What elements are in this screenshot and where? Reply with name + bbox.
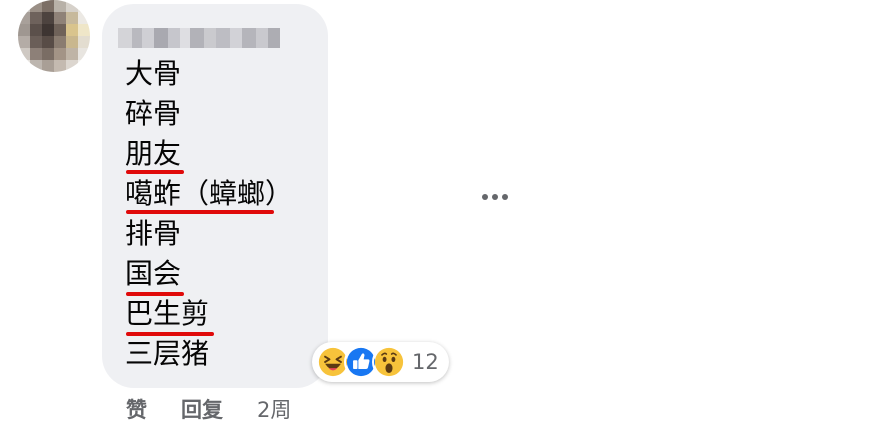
author-name-censored[interactable] bbox=[118, 28, 280, 48]
comment-line: 三层猪 bbox=[125, 337, 210, 370]
avatar[interactable] bbox=[18, 0, 90, 72]
red-underline bbox=[126, 210, 274, 214]
comment-line: 噶蚱（蟑螂） bbox=[125, 177, 294, 210]
comment-line: 国会 bbox=[125, 257, 182, 290]
red-underline bbox=[126, 170, 184, 174]
more-dot-icon bbox=[482, 194, 488, 200]
red-underline bbox=[126, 292, 184, 296]
reactions-summary[interactable]: 12 bbox=[312, 342, 449, 382]
reaction-count: 12 bbox=[412, 350, 439, 374]
comment-line: 碎骨 bbox=[125, 97, 182, 130]
comment-line: 朋友 bbox=[125, 137, 182, 170]
comment-line: 大骨 bbox=[125, 57, 182, 90]
wow-emoji-icon bbox=[372, 345, 406, 379]
red-underline bbox=[126, 332, 214, 336]
comment-line: 排骨 bbox=[125, 217, 182, 250]
comment-timestamp[interactable]: 2周 bbox=[257, 394, 291, 424]
comment-actions: 赞 回复 2周 bbox=[126, 394, 291, 424]
like-button[interactable]: 赞 bbox=[126, 394, 147, 424]
more-dot-icon bbox=[502, 194, 508, 200]
more-options-button[interactable] bbox=[482, 194, 508, 200]
reply-button[interactable]: 回复 bbox=[181, 394, 223, 424]
comment-line: 巴生剪 bbox=[125, 297, 210, 330]
more-dot-icon bbox=[492, 194, 498, 200]
